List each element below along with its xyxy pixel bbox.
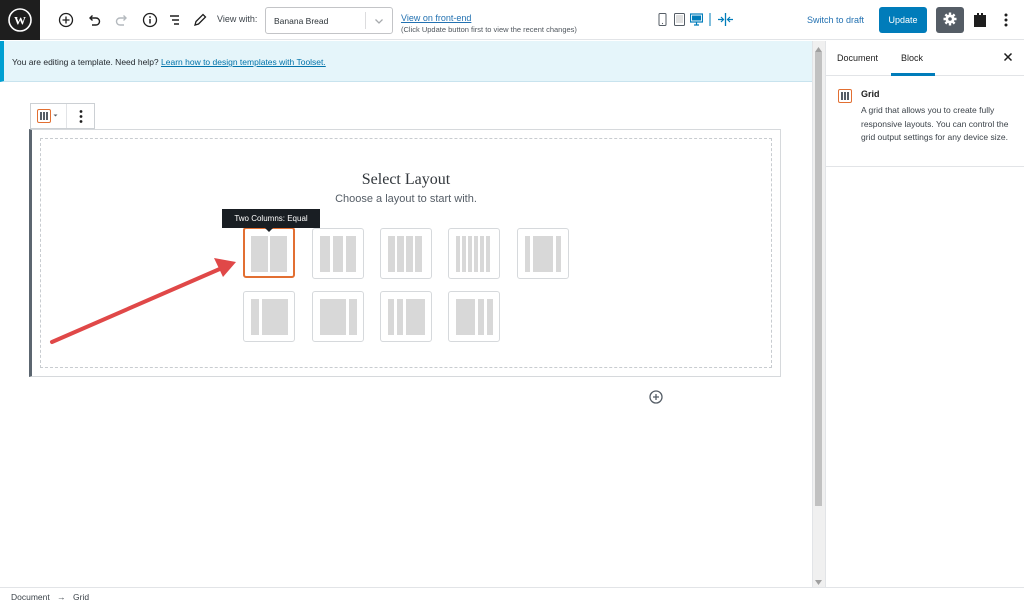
block-card: Grid A grid that allows you to create fu… [826,76,1024,167]
grid-block-icon [838,89,852,105]
scroll-up-arrow-icon[interactable] [815,44,822,54]
toolset-plugin-icon[interactable] [971,11,989,29]
breadcrumb: Document → Grid [0,587,1024,604]
editor-scrollbar-thumb[interactable] [815,52,822,506]
sidebar-tabs: Document Block [826,41,1024,76]
update-button[interactable]: Update [879,7,927,33]
block-description: A grid that allows you to create fully r… [861,105,1009,142]
tab-block[interactable]: Block [901,53,923,63]
breadcrumb-separator: → [57,592,66,602]
settings-sidebar: Document Block Grid A grid that allows y… [825,41,1024,587]
block-name: Grid [861,89,880,99]
breadcrumb-trail: Document → Grid [11,592,89,602]
settings-button[interactable] [936,7,964,33]
breadcrumb-document[interactable]: Document [11,592,50,602]
switch-to-draft-button[interactable]: Switch to draft [807,15,864,25]
add-block-inline-icon[interactable] [648,389,664,407]
close-icon[interactable] [1003,52,1013,64]
tab-document[interactable]: Document [837,53,878,63]
breadcrumb-grid[interactable]: Grid [73,592,89,602]
scroll-down-arrow-icon[interactable] [815,577,822,587]
more-options-icon[interactable] [997,11,1015,29]
annotation-arrow [50,258,236,344]
gear-icon [942,11,958,29]
